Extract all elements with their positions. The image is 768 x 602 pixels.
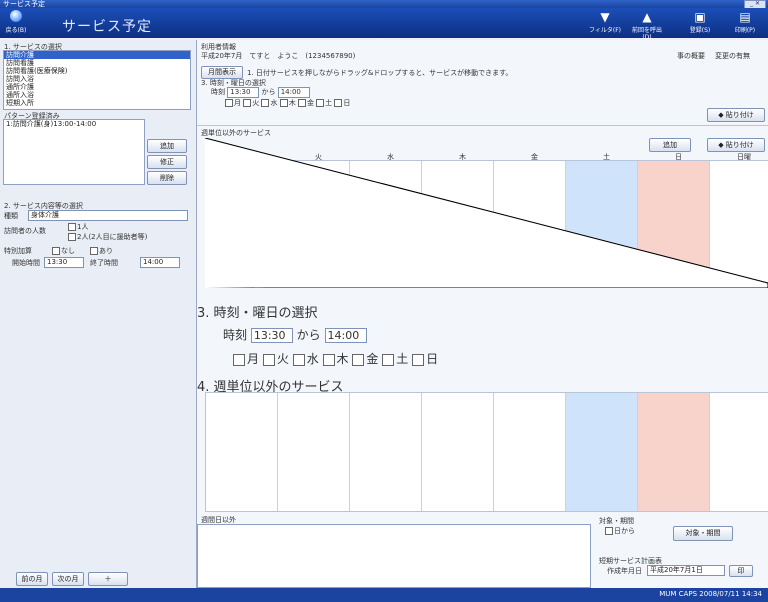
day-checkboxes-small: 月 火 水 木 金 土 日 bbox=[225, 98, 350, 108]
checkbox-wednesday[interactable] bbox=[292, 353, 305, 366]
left-panel: 1. サービスの選択 訪問介護 訪問看護 訪問看護(医療保険) 訪問入浴 通所介… bbox=[0, 40, 197, 588]
list-item[interactable]: 訪問介護 bbox=[4, 51, 190, 59]
list-item[interactable]: 通所介護 bbox=[4, 83, 190, 91]
app-title: サービス予定 bbox=[62, 19, 152, 35]
status-text: MUM CAPS 2008/07/11 14:34 bbox=[659, 590, 762, 598]
window-titlebar: サービス予定 _ ✕ bbox=[0, 0, 768, 9]
radio-icon bbox=[52, 247, 60, 255]
app-header: 戻る(B) サービス予定 ▼ フィルタ(F) ▲ 前回を呼出(D) ▣ 登録(S) ▤… bbox=[0, 8, 768, 41]
save-button[interactable]: ▣ 登録(S) bbox=[683, 10, 717, 36]
radio-icon[interactable] bbox=[605, 527, 613, 535]
holiday-column[interactable] bbox=[710, 393, 768, 511]
time-to-select[interactable]: 14:00 bbox=[324, 328, 367, 343]
print-button[interactable]: ▤ 印刷(P) bbox=[728, 10, 762, 36]
back-button-label: 戻る(B) bbox=[5, 27, 27, 34]
drag-overlay bbox=[205, 138, 768, 288]
radio-icon bbox=[68, 223, 76, 231]
add-pattern-button[interactable]: 追加 bbox=[147, 139, 187, 153]
section3-title: 3. 時刻・曜日の選択 bbox=[197, 306, 318, 321]
period-text: 平成20年7月 てすと ようこ (1234567890) bbox=[201, 52, 356, 60]
day-column[interactable] bbox=[206, 393, 278, 511]
change-link[interactable]: 変更の有無 bbox=[715, 51, 750, 61]
back-button[interactable]: 戻る(B) bbox=[6, 9, 26, 35]
save-icon: ▣ bbox=[694, 10, 706, 24]
checkbox-sunday[interactable] bbox=[412, 353, 425, 366]
list-item[interactable]: 短期入所 bbox=[4, 99, 190, 107]
day-column[interactable] bbox=[422, 393, 494, 511]
checkbox-icon[interactable] bbox=[334, 99, 343, 107]
delete-pattern-button[interactable]: 削除 bbox=[147, 171, 187, 185]
next-month-button[interactable]: 次の月 bbox=[52, 572, 84, 586]
weekly-title: 週単位以外のサービス bbox=[201, 129, 271, 137]
diamond-icon: ◆ bbox=[718, 111, 726, 119]
list-item[interactable]: 1:訪問介護(身)13:00-14:00 bbox=[4, 120, 144, 128]
status-bar: MUM CAPS 2008/07/11 14:34 bbox=[0, 588, 768, 602]
checkbox-icon[interactable] bbox=[316, 99, 325, 107]
filter-button[interactable]: ▼ フィルタ(F) bbox=[588, 10, 622, 36]
time-from-select-small[interactable]: 13:30 bbox=[227, 87, 260, 98]
range-button[interactable]: 対象・期間 bbox=[673, 526, 733, 541]
checkbox-icon[interactable] bbox=[243, 99, 252, 107]
notice-text: 1. 日付サービスを押しながらドラッグ&ドロップすると、サービスが移動できます。 bbox=[247, 69, 513, 77]
care-option-1[interactable]: 1人 bbox=[68, 222, 88, 232]
checkbox-friday[interactable] bbox=[352, 353, 365, 366]
checkbox-icon[interactable] bbox=[279, 99, 288, 107]
list-item[interactable]: 訪問看護(医療保険) bbox=[4, 67, 190, 75]
divider bbox=[197, 125, 768, 126]
care-label: 訪問者の人数 bbox=[4, 227, 46, 235]
extra-label: 特別加算 bbox=[4, 247, 32, 255]
kind-label: 種類 bbox=[4, 212, 18, 220]
time-row: 時刻 13:30 から 14:00 bbox=[223, 326, 367, 343]
day-checkboxes: 月 火 水 木 金 土 日 bbox=[233, 350, 438, 367]
day-column[interactable] bbox=[278, 393, 350, 511]
load-previous-button[interactable]: ▲ 前回を呼出(D) bbox=[630, 10, 664, 41]
checkbox-saturday[interactable] bbox=[382, 353, 395, 366]
checkbox-icon[interactable] bbox=[261, 99, 270, 107]
time-from-select[interactable]: 13:30 bbox=[250, 328, 293, 343]
radio-icon bbox=[90, 247, 98, 255]
saturday-column[interactable] bbox=[566, 393, 638, 511]
checkbox-tuesday[interactable] bbox=[262, 353, 275, 366]
list-item[interactable]: 訪問看護 bbox=[4, 59, 190, 67]
day-column[interactable] bbox=[494, 393, 566, 511]
end-time-select[interactable]: 14:00 bbox=[140, 257, 180, 268]
prev-month-button[interactable]: 前の月 bbox=[16, 572, 48, 586]
checkbox-monday[interactable] bbox=[233, 353, 245, 366]
end-time-label: 終了時間 bbox=[90, 259, 118, 267]
kind-select[interactable]: 身体介護 bbox=[28, 210, 188, 221]
main-panel: 利用者情報 平成20年7月 てすと ようこ (1234567890) 事の概要 … bbox=[197, 40, 768, 588]
non-weekly-grid[interactable] bbox=[205, 392, 768, 512]
plan-label: 作成年月日 bbox=[607, 567, 642, 575]
checkbox-icon[interactable] bbox=[225, 99, 233, 107]
list-item[interactable]: 訪問入浴 bbox=[4, 75, 190, 83]
time-to-select-small[interactable]: 14:00 bbox=[277, 87, 310, 98]
radio-icon bbox=[68, 233, 76, 241]
list-item[interactable]: 通所入浴 bbox=[4, 91, 190, 99]
add-button[interactable]: ＋ bbox=[88, 572, 128, 586]
care-option-2[interactable]: 2人(2人目に援助者等) bbox=[68, 232, 147, 242]
checkbox-icon[interactable] bbox=[297, 99, 306, 107]
start-time-label: 開始時間 bbox=[12, 259, 40, 267]
edit-pattern-button[interactable]: 修正 bbox=[147, 155, 187, 169]
day-column[interactable] bbox=[350, 393, 422, 511]
memo-textarea[interactable] bbox=[197, 524, 591, 588]
plan-date-field[interactable]: 平成20年7月1日 bbox=[647, 565, 725, 576]
service-list[interactable]: 訪問介護 訪問看護 訪問看護(医療保険) 訪問入浴 通所介護 通所入浴 短期入所 bbox=[3, 50, 191, 110]
extra-option-yes[interactable]: あり bbox=[90, 246, 113, 256]
checkbox-thursday[interactable] bbox=[322, 353, 335, 366]
plan-print-button[interactable]: 印 bbox=[729, 565, 753, 577]
filter-icon: ▼ bbox=[600, 10, 610, 24]
folder-icon: ▲ bbox=[642, 10, 652, 24]
sunday-column[interactable] bbox=[638, 393, 710, 511]
pattern-list[interactable]: 1:訪問介護(身)13:00-14:00 bbox=[3, 119, 145, 185]
extra-option-none[interactable]: なし bbox=[52, 246, 75, 256]
print-icon: ▤ bbox=[739, 10, 751, 24]
paste-button-top[interactable]: ◆ 貼り付け bbox=[707, 108, 765, 122]
logo-icon bbox=[10, 10, 22, 22]
range-title: 対象・期間 bbox=[599, 517, 634, 525]
range-value: 日から bbox=[605, 526, 635, 536]
start-time-select[interactable]: 13:30 bbox=[44, 257, 84, 268]
summary-link[interactable]: 事の概要 bbox=[677, 51, 705, 61]
time-row-small: 時刻 13:30 から 14:00 bbox=[211, 87, 310, 98]
